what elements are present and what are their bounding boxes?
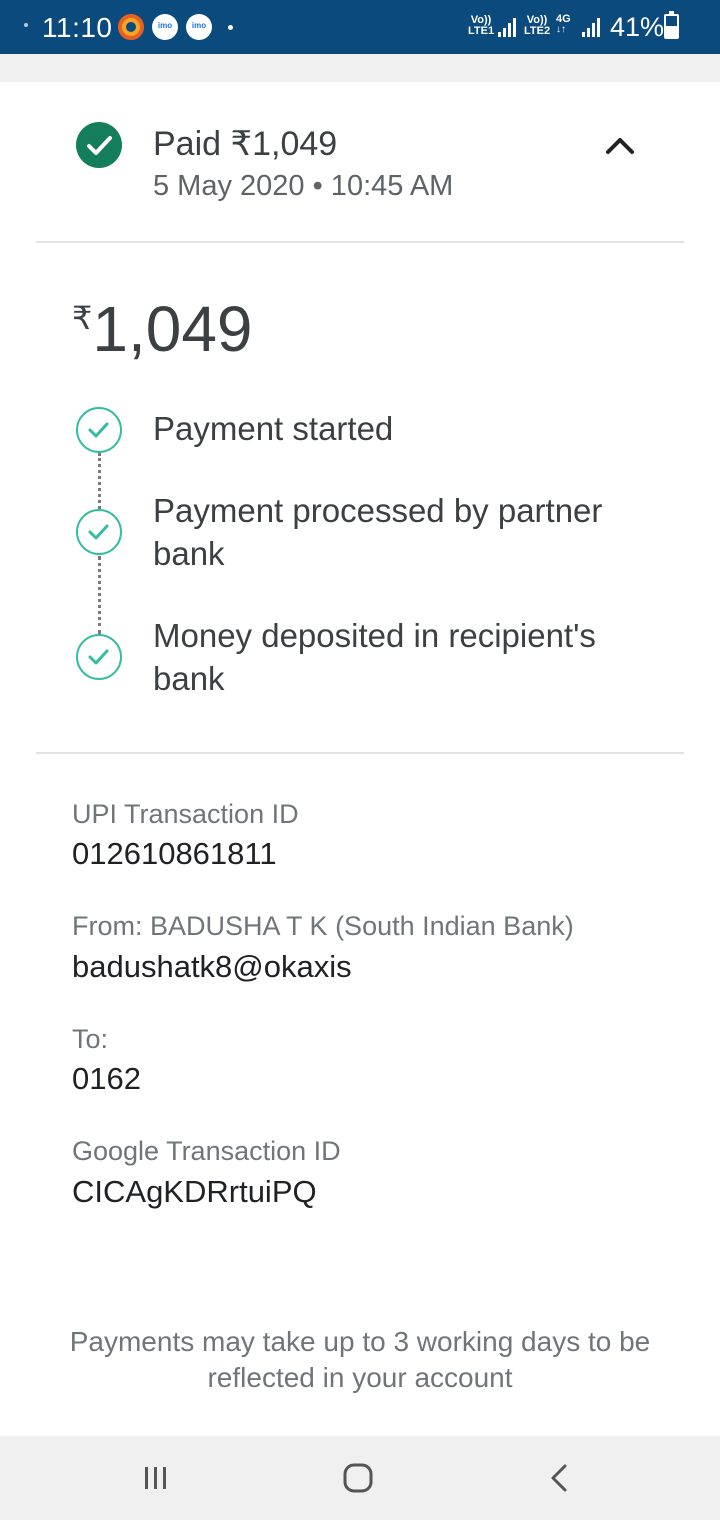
sim1-lte: LTE1 <box>468 25 495 37</box>
footer-note: Payments may take up to 3 working days t… <box>69 1326 651 1393</box>
timeline-connector <box>98 556 101 634</box>
timeline-step-label: Money deposited in recipient's bank <box>153 617 596 697</box>
currency-symbol: ₹ <box>72 300 93 336</box>
google-transaction-id-value[interactable]: CICAgKDRrtuiPQ <box>72 1174 317 1210</box>
timeline-connector <box>98 453 101 509</box>
google-transaction-id-label: Google Transaction ID <box>72 1136 341 1166</box>
sim2-signal-icon <box>582 17 602 37</box>
divider <box>36 241 684 243</box>
status-time: 11:10 <box>42 12 113 43</box>
more-notifications-icon <box>228 25 233 30</box>
divider <box>36 752 684 754</box>
amount: ₹1,049 <box>72 292 253 366</box>
data-arrows-icon: ↓↑ <box>556 24 566 35</box>
battery-percent: 41% <box>610 12 665 42</box>
to-value[interactable]: 0162 <box>72 1061 141 1097</box>
step-check-icon <box>76 634 122 680</box>
step-check-icon <box>76 509 122 555</box>
upi-transaction-id-label: UPI Transaction ID <box>72 799 299 829</box>
radio-app-icon <box>118 14 144 40</box>
timeline-step-label: Payment processed by partner bank <box>153 492 603 572</box>
status-bar: 11:10 Vo)) LTE1 Vo)) LTE2 4G ↓↑ 41% <box>0 0 720 54</box>
upi-transaction-id-value[interactable]: 012610861811 <box>72 836 277 872</box>
chevron-up-icon[interactable] <box>600 128 640 164</box>
from-label: From: BADUSHA T K (South Indian Bank) <box>72 911 574 941</box>
amount-value: 1,049 <box>92 293 253 365</box>
recent-apps-icon[interactable] <box>134 1458 178 1498</box>
imo-icon <box>152 14 178 40</box>
top-band <box>0 54 720 82</box>
payment-title: Paid ₹1,049 <box>153 125 338 163</box>
step-check-icon <box>76 407 122 453</box>
back-icon[interactable] <box>538 1458 582 1498</box>
sim2-label: Vo)) LTE2 <box>524 15 550 37</box>
payment-date: 5 May 2020 • 10:45 AM <box>153 170 454 202</box>
to-label: To: <box>72 1024 109 1054</box>
sim1-signal-icon <box>498 17 518 37</box>
sim2-lte: LTE2 <box>524 25 551 37</box>
battery-icon <box>664 11 679 39</box>
status-dot-icon <box>24 23 28 27</box>
imo-icon <box>186 14 212 40</box>
navigation-bar <box>0 1436 720 1520</box>
from-value[interactable]: badushatk8@okaxis <box>72 949 352 985</box>
network-type: 4G ↓↑ <box>556 13 571 35</box>
home-icon[interactable] <box>336 1458 380 1498</box>
sim1-label: Vo)) LTE1 <box>468 15 494 37</box>
paid-check-icon <box>76 122 122 168</box>
timeline-step-label: Payment started <box>153 410 394 447</box>
